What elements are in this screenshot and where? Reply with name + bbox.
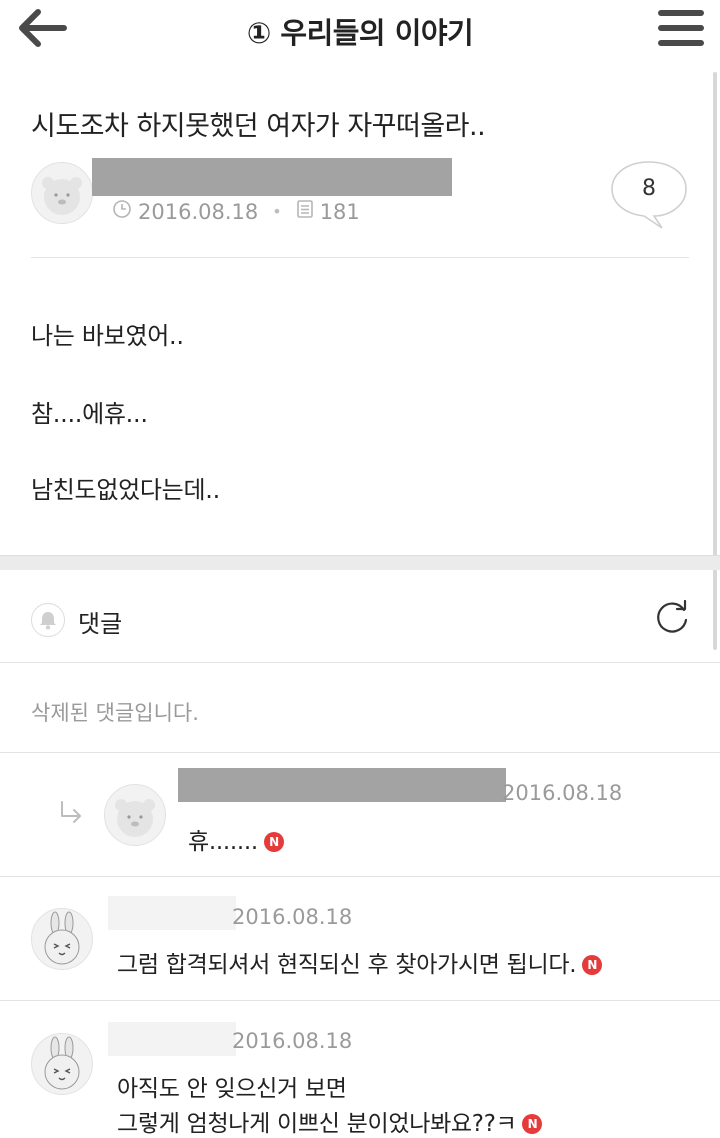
comment-text: 휴....... N: [188, 822, 284, 856]
comments-heading: 댓글: [78, 610, 123, 638]
post-title: 시도조차 하지못했던 여자가 자꾸떠올라..: [31, 111, 486, 142]
reply-arrow-icon: [61, 801, 81, 823]
hamburger-menu-icon: [658, 10, 704, 46]
page-title: ① 우리들의 이야기: [246, 16, 474, 50]
rabbit-avatar-icon: [44, 911, 80, 965]
divider: [0, 662, 720, 663]
notification-toggle[interactable]: [31, 603, 65, 637]
commenter-avatar[interactable]: [31, 1033, 93, 1095]
view-count: 181: [319, 199, 360, 224]
post-meta: 2016.08.18 • 181: [112, 199, 360, 224]
new-badge: N: [582, 955, 603, 975]
refresh-button[interactable]: [652, 598, 692, 638]
comment-body: 그럼 합격되셔서 현직되신 후 찾아가시면 됩니다.: [117, 952, 577, 978]
comment-date: 2016.08.18: [502, 781, 623, 805]
post-date: 2016.08.18: [138, 199, 259, 224]
redacted-commenter-name: [108, 1022, 236, 1056]
refresh-icon: [657, 599, 688, 633]
bell-icon: [40, 612, 56, 630]
comment-text: 그럼 합격되셔서 현직되신 후 찾아가시면 됩니다. N: [117, 945, 603, 979]
new-badge: N: [522, 1114, 543, 1134]
divider: [31, 257, 689, 258]
comment-date: 2016.08.18: [232, 905, 353, 929]
post-body-line: 남친도없었다는데..: [31, 476, 220, 504]
author-avatar[interactable]: [31, 162, 93, 224]
comment-date: 2016.08.18: [232, 1029, 353, 1053]
separator-dot: •: [272, 202, 282, 221]
comment-body: 휴.......: [188, 829, 258, 855]
comment-text: 그렇게 엄청나게 이쁘신 분이었나봐요??ㅋ N: [117, 1104, 543, 1138]
comment-text-line: 아직도 안 잊으신거 보면: [117, 1076, 347, 1102]
comment-count: 8: [642, 176, 656, 201]
divider: [0, 1000, 720, 1001]
section-separator: [0, 555, 720, 570]
divider: [0, 876, 720, 877]
commenter-avatar[interactable]: [31, 908, 93, 970]
bear-avatar-icon: [42, 177, 82, 215]
divider: [0, 752, 720, 753]
app-header: ① 우리들의 이야기: [0, 0, 720, 60]
rabbit-avatar-icon: [44, 1036, 80, 1090]
post-body-line: 나는 바보였어..: [31, 322, 184, 350]
comment-body: 그렇게 엄청나게 이쁘신 분이었나봐요??ㅋ: [117, 1111, 517, 1137]
deleted-comment-text: 삭제된 댓글입니다.: [31, 701, 199, 725]
post-body-line: 참....에휴...: [31, 400, 148, 428]
redacted-commenter-name: [178, 768, 506, 802]
clock-icon: [112, 199, 132, 224]
commenter-avatar[interactable]: [104, 784, 166, 846]
document-icon: [296, 199, 314, 224]
redacted-commenter-name: [108, 896, 236, 930]
bear-avatar-icon: [115, 799, 155, 837]
new-badge: N: [263, 832, 284, 852]
menu-button[interactable]: [654, 6, 708, 50]
redacted-author-name: [92, 158, 452, 196]
